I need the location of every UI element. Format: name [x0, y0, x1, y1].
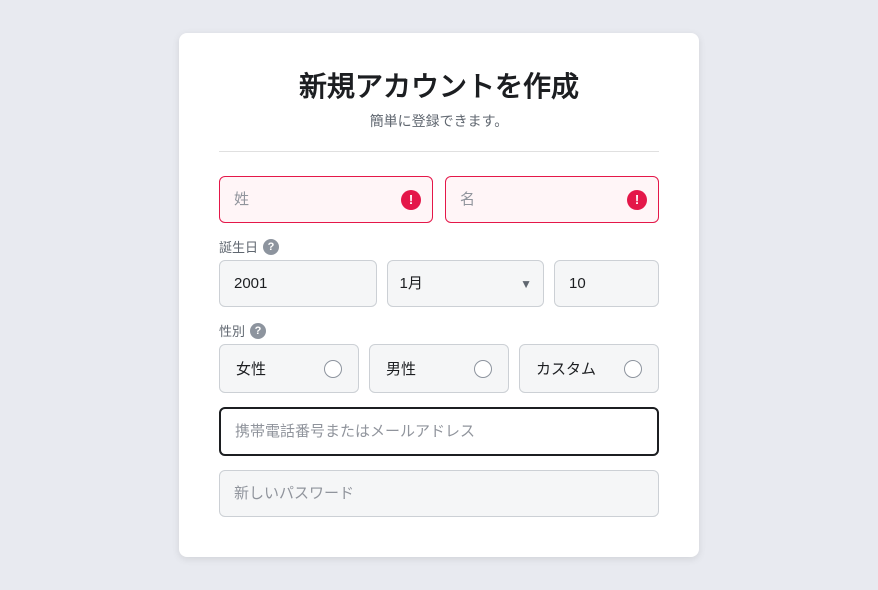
- birthday-label: 誕生日: [219, 237, 258, 256]
- birthday-section: 誕生日 ? 1月 2月 3月 4月 5月 6月 7月 8月: [219, 237, 659, 307]
- gender-option-male[interactable]: 男性: [369, 344, 509, 393]
- birthday-label-row: 誕生日 ?: [219, 237, 659, 256]
- gender-custom-radio[interactable]: [624, 360, 642, 378]
- gender-female-label: 女性: [236, 358, 266, 379]
- contact-wrapper: [219, 407, 659, 456]
- day-input[interactable]: [554, 260, 659, 307]
- form-header: 新規アカウントを作成 簡単に登録できます。: [219, 65, 659, 152]
- gender-row: 女性 男性 カスタム: [219, 344, 659, 393]
- page-subtitle: 簡単に登録できます。: [219, 111, 659, 131]
- gender-label-row: 性別 ?: [219, 321, 659, 340]
- gender-male-radio[interactable]: [474, 360, 492, 378]
- first-name-wrapper: !: [445, 176, 659, 223]
- contact-input[interactable]: [219, 407, 659, 456]
- registration-form: ! ! 誕生日 ? 1月 2月 3月: [219, 176, 659, 517]
- gender-male-label: 男性: [386, 358, 416, 379]
- gender-female-radio[interactable]: [324, 360, 342, 378]
- month-wrapper: 1月 2月 3月 4月 5月 6月 7月 8月 9月 10月 11月 12月 ▼: [387, 260, 545, 307]
- last-name-error-icon: !: [401, 190, 421, 210]
- gender-option-custom[interactable]: カスタム: [519, 344, 659, 393]
- password-input[interactable]: [219, 470, 659, 517]
- password-wrapper: [219, 470, 659, 517]
- gender-label: 性別: [219, 321, 245, 340]
- gender-custom-label: カスタム: [536, 358, 596, 379]
- month-select[interactable]: 1月 2月 3月 4月 5月 6月 7月 8月 9月 10月 11月 12月: [387, 260, 545, 307]
- name-row: ! !: [219, 176, 659, 223]
- last-name-wrapper: !: [219, 176, 433, 223]
- gender-section: 性別 ? 女性 男性 カスタム: [219, 321, 659, 393]
- year-input[interactable]: [219, 260, 377, 307]
- registration-card: 新規アカウントを作成 簡単に登録できます。 ! ! 誕生日 ?: [179, 33, 699, 557]
- gender-help-icon[interactable]: ?: [250, 323, 266, 339]
- first-name-error-icon: !: [627, 190, 647, 210]
- birthday-row: 1月 2月 3月 4月 5月 6月 7月 8月 9月 10月 11月 12月 ▼: [219, 260, 659, 307]
- birthday-help-icon[interactable]: ?: [263, 239, 279, 255]
- gender-option-female[interactable]: 女性: [219, 344, 359, 393]
- year-wrapper: [219, 260, 377, 307]
- page-title: 新規アカウントを作成: [219, 65, 659, 105]
- day-wrapper: [554, 260, 659, 307]
